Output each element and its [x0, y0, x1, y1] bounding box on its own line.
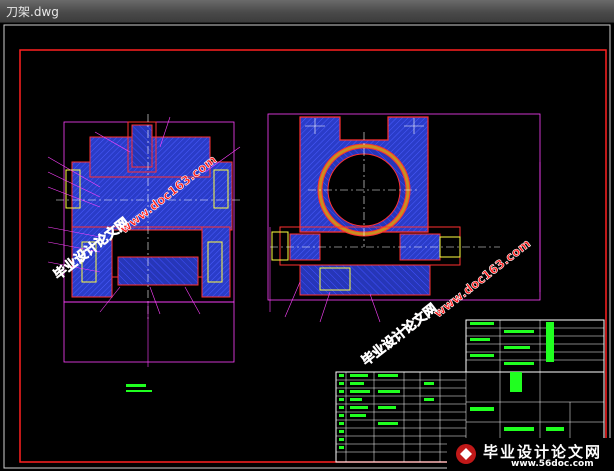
site-banner: 毕业设计论文网 www.56doc.com — [447, 438, 614, 471]
watermark-cn-2: 毕业设计论文网 — [359, 301, 441, 370]
site-logo-icon — [456, 444, 476, 464]
title-bar[interactable]: 刀架.dwg — [0, 0, 614, 23]
watermark-url-2: www.doc163.com — [431, 236, 533, 320]
drawing-svg: 毕业设计论文网 www.doc163.com 毕业设计论文网 www.doc16… — [3, 24, 611, 469]
right-front-view — [267, 113, 541, 323]
drawing-canvas[interactable]: 毕业设计论文网 www.doc163.com 毕业设计论文网 www.doc16… — [0, 22, 614, 471]
cad-viewer-window: 刀架.dwg 毕业设计论文网 www.doc163.com 毕业设计论文网 ww… — [0, 0, 614, 471]
banner-url: www.56doc.com — [511, 459, 594, 469]
window-title: 刀架.dwg — [6, 5, 59, 19]
